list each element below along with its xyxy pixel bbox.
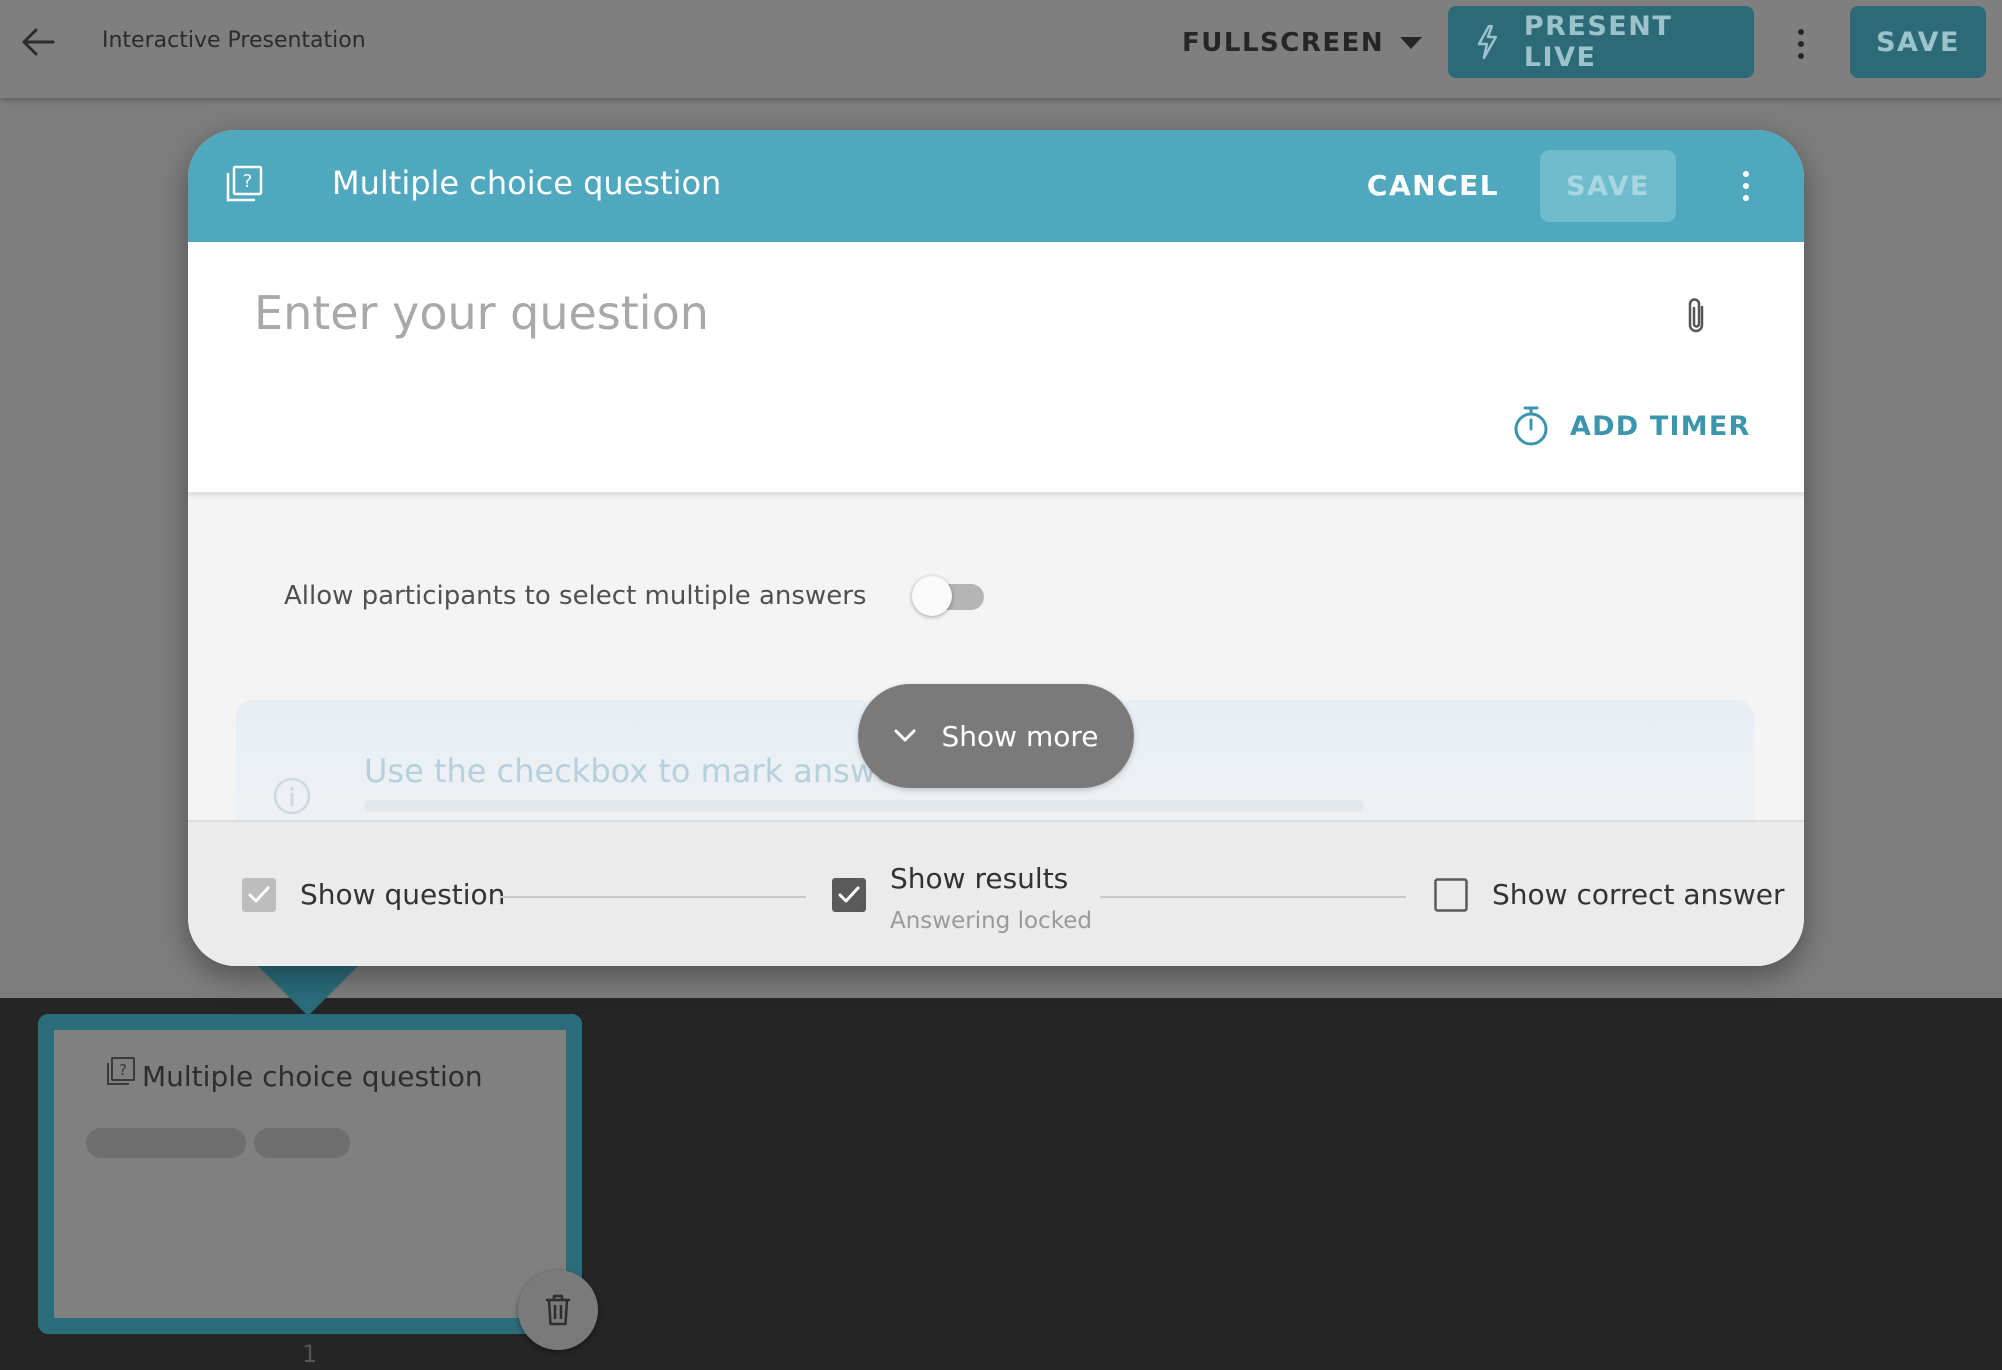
toggle-thumb <box>912 576 953 616</box>
question-panel: ADD TIMER <box>188 242 1804 492</box>
slide-title: Multiple choice question <box>142 1060 483 1093</box>
present-live-label: PRESENT LIVE <box>1523 11 1673 73</box>
save-presentation-button[interactable]: SAVE <box>1850 6 1986 78</box>
active-slide-pointer <box>258 966 358 1016</box>
show-correct-answer-checkbox[interactable] <box>1434 878 1468 912</box>
multiple-answers-label: Allow participants to select multiple an… <box>284 581 867 611</box>
presentation-title: Interactive Presentation <box>102 28 366 53</box>
cancel-button[interactable]: CANCEL <box>1348 160 1518 210</box>
question-box-icon: ? <box>107 1057 135 1085</box>
kebab-dot <box>1798 29 1804 35</box>
show-more-label: Show more <box>941 719 1099 753</box>
show-more-button[interactable]: Show more <box>858 684 1134 788</box>
paperclip-icon <box>1688 298 1704 333</box>
step-connector <box>500 896 806 898</box>
info-subtext-faded <box>364 800 1364 812</box>
multiple-answers-option: Allow participants to select multiple an… <box>284 576 986 616</box>
dialog-title: Multiple choice question <box>332 164 722 202</box>
show-results-checkbox[interactable] <box>832 878 866 912</box>
view-mode-select[interactable]: FULLSCREEN <box>1182 24 1423 62</box>
slide-thumbnail[interactable]: ? Multiple choice question <box>38 1014 582 1334</box>
placeholder-bar <box>254 1128 350 1158</box>
kebab-dot <box>1743 183 1749 189</box>
add-timer-button[interactable]: ADD TIMER <box>1512 402 1751 450</box>
show-question-checkbox[interactable] <box>242 878 276 912</box>
info-icon <box>273 777 311 815</box>
dialog-more-options-button[interactable] <box>1736 164 1756 208</box>
chevron-down-icon <box>894 729 915 742</box>
delete-slide-button[interactable] <box>518 1270 598 1350</box>
multiple-answers-toggle[interactable] <box>912 576 986 616</box>
step-connector <box>1100 896 1406 898</box>
view-mode-value: FULLSCREEN <box>1182 28 1385 58</box>
question-box-icon: ? <box>226 165 263 202</box>
answering-locked-label: Answering locked <box>890 908 1092 934</box>
question-editor-dialog: ? Multiple choice question CANCEL SAVE A… <box>188 130 1804 966</box>
question-input[interactable] <box>254 278 1554 348</box>
show-results-label: Show results <box>890 862 1069 895</box>
present-live-button[interactable]: PRESENT LIVE <box>1448 6 1754 78</box>
kebab-dot <box>1743 171 1749 177</box>
show-question-label: Show question <box>300 878 506 911</box>
show-correct-answer-label: Show correct answer <box>1492 878 1785 911</box>
top-bar: Interactive Presentation FULLSCREEN PRES… <box>0 0 2002 98</box>
slide-number: 1 <box>302 1340 318 1368</box>
trash-icon <box>546 1294 570 1326</box>
placeholder-bar <box>86 1128 246 1158</box>
dialog-header: ? Multiple choice question CANCEL SAVE <box>188 130 1804 242</box>
more-options-button[interactable] <box>1786 24 1816 64</box>
back-button[interactable] <box>18 22 58 62</box>
add-timer-label: ADD TIMER <box>1570 410 1751 442</box>
arrow-left-icon <box>22 28 55 56</box>
svg-text:?: ? <box>119 1061 127 1079</box>
caret-down-icon <box>1400 37 1423 49</box>
save-question-button[interactable]: SAVE <box>1540 150 1676 222</box>
kebab-dot <box>1798 53 1804 59</box>
presentation-steps-bar: Show question Show results Answering loc… <box>188 820 1804 966</box>
kebab-dot <box>1743 195 1749 201</box>
attach-media-button[interactable] <box>1676 292 1716 340</box>
svg-text:?: ? <box>243 171 253 192</box>
kebab-dot <box>1798 41 1804 47</box>
lightning-icon <box>1477 24 1498 60</box>
stopwatch-icon <box>1514 406 1548 446</box>
